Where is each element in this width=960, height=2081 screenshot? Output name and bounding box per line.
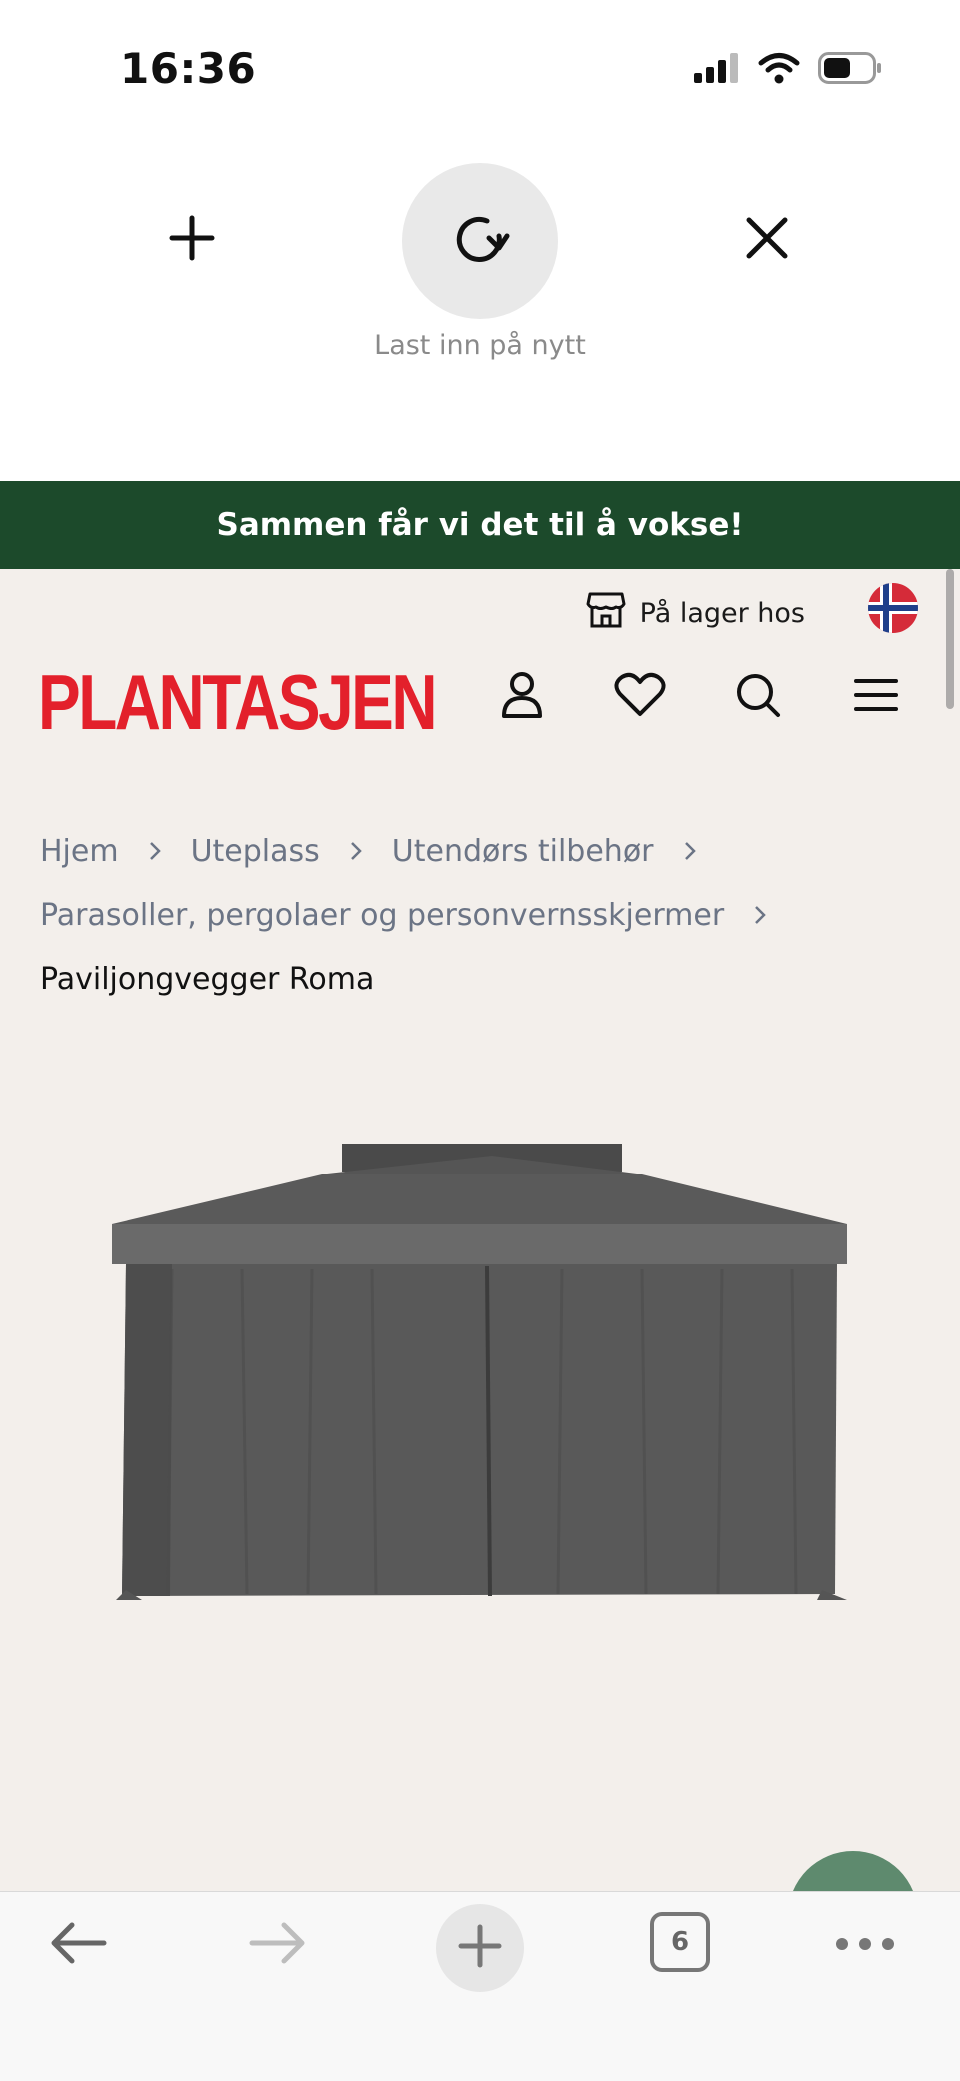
user-icon[interactable] <box>496 669 548 721</box>
store-label: På lager hos <box>639 598 805 629</box>
search-icon[interactable] <box>732 669 784 721</box>
chevron-right-icon <box>750 905 770 925</box>
close-icon <box>743 214 791 266</box>
breadcrumb-item-parasoller[interactable]: Parasoller, pergolaer og personvernsskje… <box>40 898 724 933</box>
add-button[interactable] <box>152 200 232 280</box>
breadcrumb-item-utendors-tilbehor[interactable]: Utendørs tilbehør <box>392 834 654 869</box>
close-button[interactable] <box>727 200 807 280</box>
website-content: På lager hos PLANTASJEN Hjem Uteplass Ut… <box>0 569 960 1891</box>
breadcrumb-item-uteplass[interactable]: Uteplass <box>191 834 320 869</box>
status-bar: 16:36 <box>0 0 960 140</box>
product-image[interactable] <box>112 1144 852 1614</box>
forward-arrow-icon <box>248 1921 308 1969</box>
tabs-button[interactable]: 6 <box>650 1912 710 1972</box>
breadcrumb-row: Parasoller, pergolaer og personvernsskje… <box>40 883 920 947</box>
store-availability-link[interactable]: På lager hos <box>586 591 805 636</box>
plus-icon <box>168 214 216 266</box>
status-icons <box>694 52 882 88</box>
wifi-icon <box>758 52 800 88</box>
breadcrumb-item-hjem[interactable]: Hjem <box>40 834 119 869</box>
forward-button[interactable] <box>240 1912 316 1978</box>
chevron-right-icon <box>145 841 165 861</box>
new-tab-icon <box>458 1924 502 1972</box>
tab-count: 6 <box>670 1927 690 1957</box>
signal-icon <box>694 53 740 87</box>
reload-button[interactable] <box>402 163 558 319</box>
breadcrumb-row: Hjem Uteplass Utendørs tilbehør <box>40 819 920 883</box>
battery-icon <box>818 52 882 88</box>
back-arrow-icon <box>48 1921 108 1969</box>
pull-to-refresh-panel: Last inn på nytt <box>0 140 960 481</box>
chat-fab-button[interactable] <box>788 1851 918 1891</box>
plantasjen-logo[interactable]: PLANTASJEN <box>38 657 438 748</box>
browser-toolbar: 6 <box>0 1891 960 2081</box>
status-time: 16:36 <box>120 44 257 93</box>
chevron-right-icon <box>680 841 700 861</box>
reload-icon <box>449 208 511 274</box>
chevron-right-icon <box>346 841 366 861</box>
more-icon <box>835 1936 895 1955</box>
promo-banner: Sammen får vi det til å vokse! <box>0 481 960 569</box>
header-nav <box>496 669 902 721</box>
scrollbar[interactable] <box>946 569 954 709</box>
heart-icon[interactable] <box>614 669 666 721</box>
back-button[interactable] <box>40 1912 116 1978</box>
more-button[interactable] <box>832 1912 898 1978</box>
new-tab-button[interactable] <box>436 1904 524 1992</box>
store-icon <box>586 591 626 636</box>
norway-flag-icon[interactable] <box>868 583 918 633</box>
menu-icon[interactable] <box>850 669 902 721</box>
breadcrumb: Hjem Uteplass Utendørs tilbehør Parasoll… <box>40 819 920 1011</box>
reload-label: Last inn på nytt <box>374 330 586 361</box>
breadcrumb-current: Paviljongvegger Roma <box>40 961 375 997</box>
